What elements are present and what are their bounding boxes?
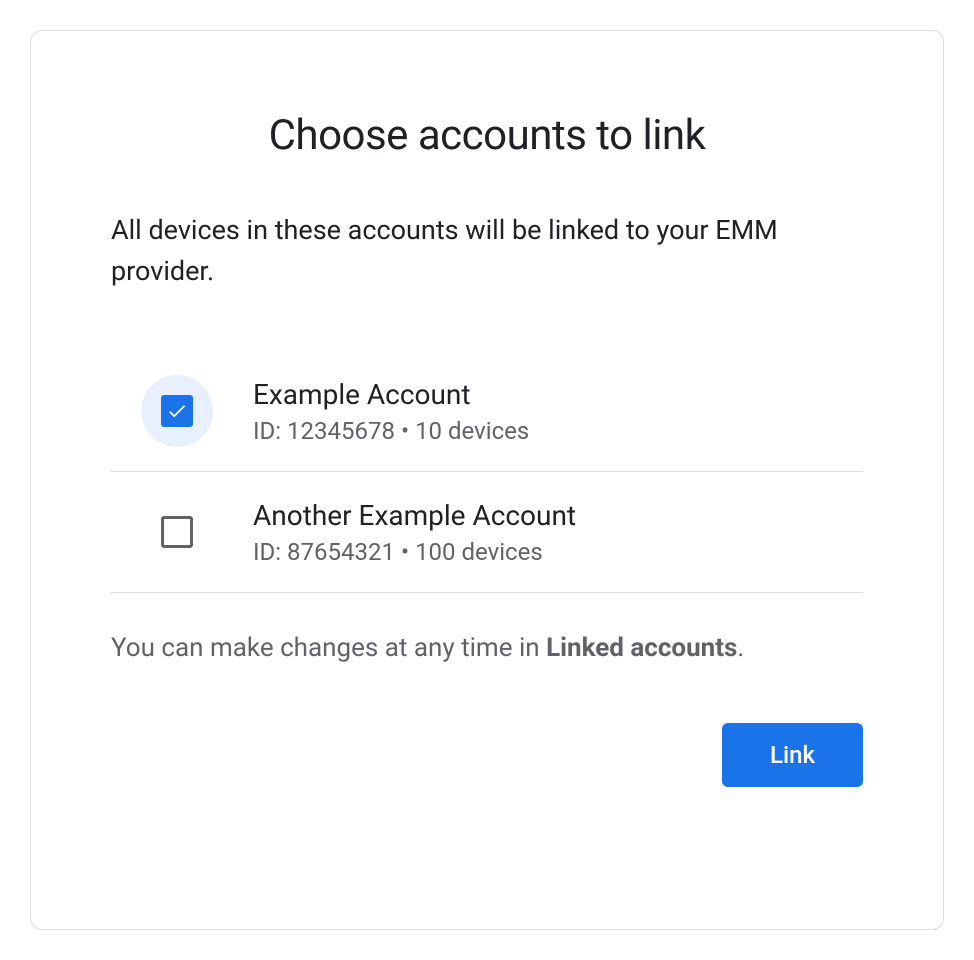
- dialog-actions: Link: [111, 723, 863, 787]
- account-row[interactable]: Another Example Account ID: 87654321•100…: [111, 472, 863, 593]
- checkbox-checked[interactable]: [161, 395, 193, 427]
- account-name: Example Account: [253, 378, 863, 411]
- checkbox-wrapper: [141, 375, 213, 447]
- account-id: ID: 87654321: [253, 538, 395, 566]
- checkbox-unchecked[interactable]: [161, 516, 193, 548]
- account-devices: 10 devices: [415, 417, 529, 445]
- footer-note: You can make changes at any time in Link…: [111, 633, 863, 663]
- account-info: Another Example Account ID: 87654321•100…: [253, 499, 863, 566]
- dialog-title: Choose accounts to link: [111, 111, 863, 160]
- checkmark-icon: [166, 400, 188, 422]
- separator-dot: •: [401, 538, 409, 566]
- footer-note-strong: Linked accounts: [546, 633, 737, 663]
- checkbox-wrapper: [141, 496, 213, 568]
- footer-note-prefix: You can make changes at any time in: [111, 633, 546, 663]
- account-id: ID: 12345678: [253, 417, 395, 445]
- account-row[interactable]: Example Account ID: 12345678•10 devices: [111, 351, 863, 472]
- account-meta: ID: 12345678•10 devices: [253, 417, 863, 445]
- account-name: Another Example Account: [253, 499, 863, 532]
- link-button[interactable]: Link: [722, 723, 863, 787]
- choose-accounts-dialog: Choose accounts to link All devices in t…: [30, 30, 944, 930]
- account-devices: 100 devices: [415, 538, 543, 566]
- account-info: Example Account ID: 12345678•10 devices: [253, 378, 863, 445]
- account-list: Example Account ID: 12345678•10 devices …: [111, 351, 863, 593]
- dialog-subtitle: All devices in these accounts will be li…: [111, 210, 863, 291]
- account-meta: ID: 87654321•100 devices: [253, 538, 863, 566]
- separator-dot: •: [401, 417, 409, 445]
- footer-note-suffix: .: [737, 633, 744, 663]
